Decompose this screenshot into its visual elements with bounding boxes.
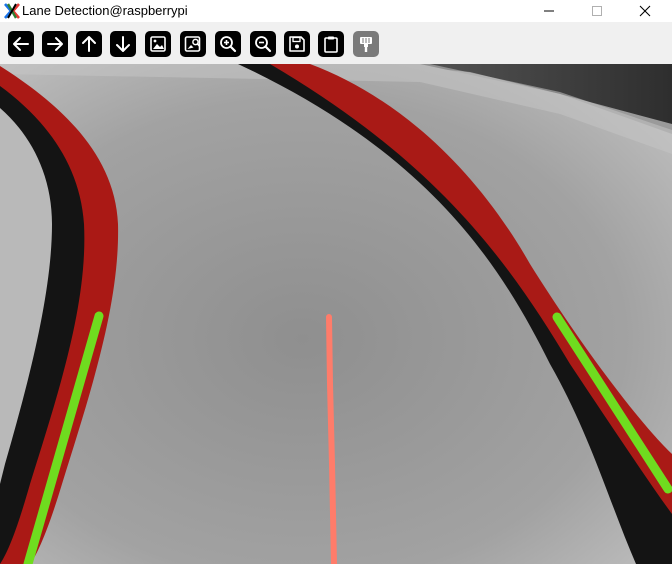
- paint-brush-icon: [360, 37, 372, 52]
- app-window: Lane Detection@raspberrypi: [0, 0, 672, 564]
- arrow-right-icon: [47, 37, 63, 51]
- zoom-out-button[interactable]: [250, 31, 276, 57]
- lane-detection-frame: [0, 64, 672, 564]
- pan-down-button[interactable]: [110, 31, 136, 57]
- close-button[interactable]: [622, 0, 668, 22]
- camera-image: [0, 64, 672, 564]
- minimize-button[interactable]: [526, 0, 572, 22]
- maximize-button[interactable]: [574, 0, 620, 22]
- window-title: Lane Detection@raspberrypi: [22, 3, 188, 18]
- arrow-down-icon: [116, 36, 130, 52]
- zoom-out-icon: [255, 36, 272, 53]
- save-icon: [289, 36, 305, 52]
- pan-right-button[interactable]: [42, 31, 68, 57]
- pan-up-button[interactable]: [76, 31, 102, 57]
- copy-to-clipboard-button[interactable]: [318, 31, 344, 57]
- arrow-up-icon: [82, 36, 96, 52]
- properties-button[interactable]: [353, 31, 379, 57]
- clipboard-icon: [324, 36, 338, 53]
- save-button[interactable]: [284, 31, 310, 57]
- title-bar: Lane Detection@raspberrypi: [0, 0, 672, 22]
- toolbar: [0, 22, 672, 64]
- zoom-image-button[interactable]: [145, 31, 171, 57]
- zoom-in-icon: [220, 36, 237, 53]
- minimize-icon: [544, 10, 554, 12]
- pan-left-button[interactable]: [8, 31, 34, 57]
- image-icon: [150, 36, 166, 52]
- image-search-icon: [184, 36, 201, 52]
- arrow-left-icon: [13, 37, 29, 51]
- zoom-in-button[interactable]: [215, 31, 241, 57]
- zoom-in-image-button[interactable]: [180, 31, 206, 57]
- close-icon: [639, 5, 651, 17]
- maximize-icon: [592, 6, 602, 16]
- x-logo-icon: [4, 3, 20, 19]
